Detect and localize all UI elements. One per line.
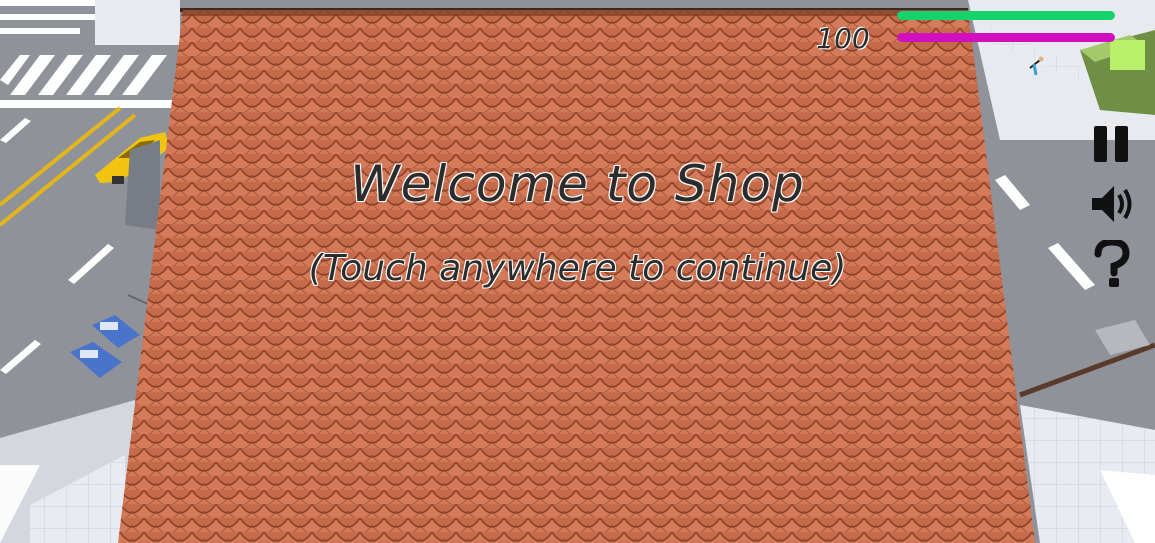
pause-button[interactable] — [1086, 120, 1138, 168]
shop-welcome-title: Welcome to Shop — [350, 155, 805, 213]
touch-to-continue-hint: (Touch anywhere to continue) — [308, 248, 847, 289]
energy-bar-fill — [897, 33, 1115, 42]
sound-button[interactable] — [1086, 180, 1138, 228]
help-icon — [1094, 240, 1130, 287]
coin-counter: 100 — [816, 22, 870, 55]
energy-bar — [897, 33, 1115, 42]
health-bar — [897, 11, 1115, 20]
sound-icon — [1092, 186, 1132, 222]
touch-to-continue-area[interactable]: Welcome to Shop (Touch anywhere to conti… — [0, 0, 1155, 543]
health-bar-fill — [897, 11, 1115, 20]
pause-icon — [1094, 126, 1128, 162]
help-button[interactable] — [1086, 240, 1138, 288]
